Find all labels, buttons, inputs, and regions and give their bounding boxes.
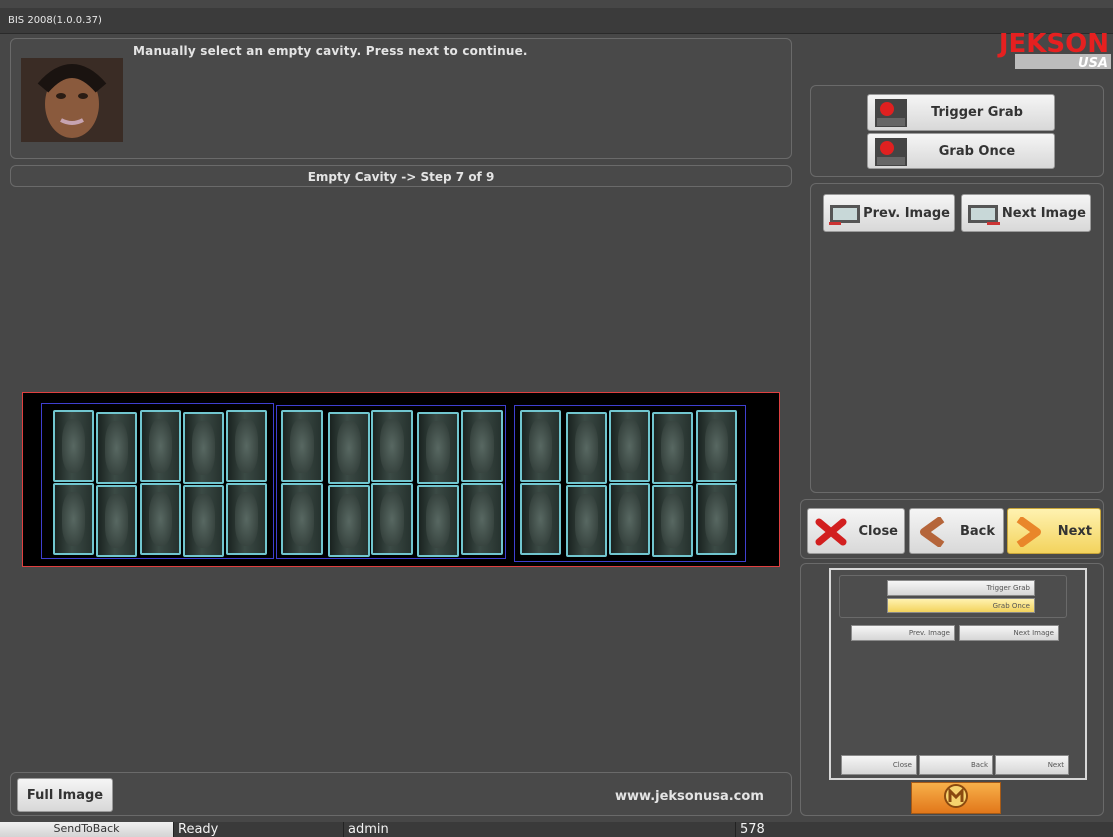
mini-next-image-label: Next Image [1013,629,1054,637]
status-value: 578 [736,822,1113,837]
trigger-grab-button[interactable]: Trigger Grab [867,94,1055,131]
cavity-cell[interactable] [566,412,607,484]
application-window: BIS 2008(1.0.0.37) Manually select an em… [0,0,1113,837]
cavity-cell[interactable] [96,412,137,484]
status-user-text: admin [348,822,389,837]
title-bar: BIS 2008(1.0.0.37) [0,8,1113,34]
trigger-grab-label: Trigger Grab [931,105,1023,120]
footer-panel: Full Image www.jeksonusa.com [10,772,792,816]
mini-next-button: Next [995,755,1069,775]
logo-subtext: USA [1078,56,1108,71]
monitor-prev-icon [829,204,863,230]
mini-prev-image-button: Prev. Image [851,625,955,641]
mini-trigger-grab-button: Trigger Grab [887,580,1035,596]
cavity-cell[interactable] [183,485,224,557]
cavity-cell[interactable] [696,483,737,555]
logo-badge-button[interactable] [911,782,1001,814]
cavity-cell[interactable] [461,483,503,555]
step-indicator: Empty Cavity -> Step 7 of 9 [10,165,792,187]
cavity-cell[interactable] [281,483,323,555]
full-image-button[interactable]: Full Image [17,778,113,812]
cavity-cell[interactable] [183,412,224,484]
mini-next-label: Next [1047,761,1064,769]
next-image-button[interactable]: Next Image [961,194,1091,232]
step-text: Empty Cavity -> Step 7 of 9 [307,170,495,184]
send-to-back-label: SendToBack [53,822,120,835]
mini-preview-panel: Trigger Grab Grab Once Prev. Image Next … [800,563,1104,816]
prev-image-label: Prev. Image [863,205,950,221]
m-logo-icon [943,783,969,813]
grab-once-button[interactable]: Grab Once [867,133,1055,169]
mini-back-button: Back [919,755,993,775]
back-button[interactable]: Back [909,508,1004,554]
mini-next-image-button: Next Image [959,625,1059,641]
prev-image-button[interactable]: Prev. Image [823,194,955,232]
close-button[interactable]: Close [807,508,905,554]
cavity-cell[interactable] [226,410,267,482]
camera-red-icon [874,137,908,167]
cavity-cell[interactable] [417,485,459,557]
mini-close-label: Close [892,761,912,769]
mini-grab-once-label: Grab Once [992,601,1030,610]
cavity-cell[interactable] [328,485,370,557]
camera-image-view[interactable] [22,392,780,567]
status-value-text: 578 [740,822,765,837]
cavity-cell[interactable] [53,483,94,555]
send-to-back-button[interactable]: SendToBack [0,822,174,837]
cavity-cell[interactable] [53,410,94,482]
instruction-panel: Manually select an empty cavity. Press n… [10,38,792,159]
cavity-cell[interactable] [696,410,737,482]
cavity-cell[interactable] [140,410,181,482]
window-title: BIS 2008(1.0.0.37) [8,15,102,26]
instruction-text: Manually select an empty cavity. Press n… [133,44,528,58]
back-chevron-icon [918,515,948,551]
operator-avatar [21,58,123,142]
camera-red-icon [874,98,908,128]
status-state: Ready [174,822,344,837]
mini-grab-once-button: Grab Once [887,598,1035,613]
close-x-icon [815,518,847,550]
next-image-label: Next Image [1001,205,1086,221]
cavity-cell[interactable] [226,483,267,555]
cavity-cell[interactable] [461,410,503,482]
cavity-cell[interactable] [652,412,693,484]
close-label: Close [858,523,898,539]
grab-panel: Trigger Grab Grab Once [810,85,1104,177]
nav-panel: Close Back Next [800,499,1104,559]
back-label: Back [959,523,995,539]
cavity-cell[interactable] [371,410,413,482]
next-chevron-icon [1013,515,1043,551]
cavity-cell[interactable] [328,412,370,484]
cavity-cell[interactable] [652,485,693,557]
cavity-cell[interactable] [140,483,181,555]
cavity-cell[interactable] [609,410,650,482]
mini-close-button: Close [841,755,917,775]
cavity-cell[interactable] [417,412,459,484]
mini-back-label: Back [971,761,988,769]
mini-trigger-grab-label: Trigger Grab [986,584,1030,592]
image-nav-panel: Prev. Image Next Image [810,183,1104,493]
status-user: admin [344,822,736,837]
full-image-label: Full Image [26,787,104,803]
cavity-cell[interactable] [566,485,607,557]
mini-preview-frame: Trigger Grab Grab Once Prev. Image Next … [829,568,1087,780]
cavity-cell[interactable] [609,483,650,555]
website-link[interactable]: www.jeksonusa.com [615,789,764,804]
cavity-cell[interactable] [371,483,413,555]
status-state-text: Ready [178,822,219,837]
monitor-next-icon [967,204,1001,230]
cavity-cell[interactable] [520,410,561,482]
cavity-cell[interactable] [96,485,137,557]
cavity-cell[interactable] [520,483,561,555]
mini-prev-image-label: Prev. Image [908,629,950,637]
grab-once-label: Grab Once [938,143,1016,159]
cavity-cell[interactable] [281,410,323,482]
jekson-logo: JEKSON USA [975,29,1111,73]
next-label: Next [1057,523,1092,539]
next-button[interactable]: Next [1007,508,1101,554]
